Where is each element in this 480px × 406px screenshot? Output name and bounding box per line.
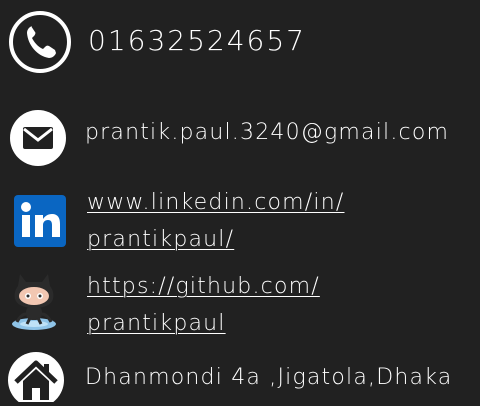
github-link-line1[interactable]: https://github.com/ xyxy=(87,268,320,305)
github-url[interactable]: https://github.com/ prantikpaul xyxy=(87,268,320,342)
linkedin-url[interactable]: www.linkedin.com/in/ prantikpaul/ xyxy=(87,184,345,258)
github-contact-row: https://github.com/ prantikpaul xyxy=(0,266,480,338)
email-icon xyxy=(8,109,70,171)
linkedin-link-line2[interactable]: prantikpaul/ xyxy=(87,221,345,258)
github-octocat-icon xyxy=(10,268,58,338)
address-contact-row: Dhanmondi 4a ,Jigatola,Dhaka xyxy=(0,352,480,406)
email-contact-row: prantik.paul.3240@gmail.com xyxy=(0,107,480,167)
linkedin-contact-row: www.linkedin.com/in/ prantikpaul/ xyxy=(0,182,480,252)
linkedin-icon xyxy=(14,195,66,251)
address-text: Dhanmondi 4a ,Jigatola,Dhaka xyxy=(85,365,453,390)
email-address: prantik.paul.3240@gmail.com xyxy=(85,120,450,145)
phone-icon xyxy=(8,10,72,78)
phone-contact-row: 01632524657 xyxy=(0,10,480,76)
github-link-line2[interactable]: prantikpaul xyxy=(87,305,320,342)
home-icon xyxy=(8,352,64,406)
linkedin-link-line1[interactable]: www.linkedin.com/in/ xyxy=(87,184,345,221)
phone-number: 01632524657 xyxy=(88,24,306,57)
